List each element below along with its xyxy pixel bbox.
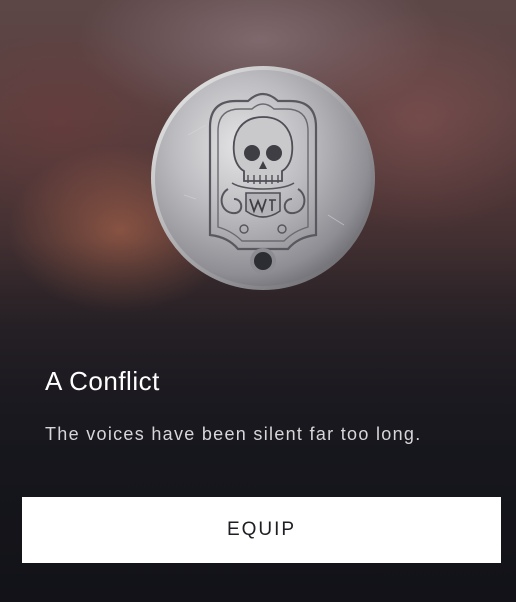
dog-tag-card: A Conflict The voices have been silent f…: [0, 0, 516, 602]
skull-dog-tag-icon: [148, 65, 378, 295]
item-description: The voices have been silent far too long…: [45, 424, 422, 444]
equip-button[interactable]: EQUIP: [22, 497, 501, 563]
item-title: A Conflict: [45, 366, 160, 396]
